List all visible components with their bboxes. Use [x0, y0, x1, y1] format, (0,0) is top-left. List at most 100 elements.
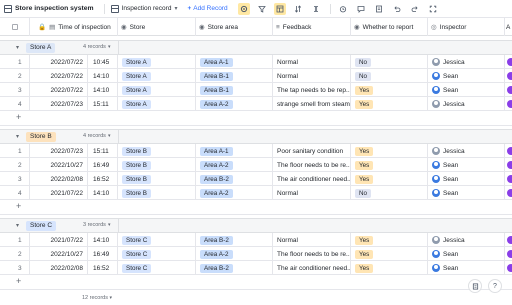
- cell-feedback[interactable]: The air conditioner need...: [273, 261, 351, 275]
- cell-inspector[interactable]: Sean: [428, 261, 505, 275]
- cell-report[interactable]: No: [351, 69, 428, 83]
- cell-time[interactable]: 16:52: [88, 261, 118, 275]
- cell-store[interactable]: Store C: [118, 261, 196, 275]
- comment-icon[interactable]: [355, 3, 367, 15]
- cell-time[interactable]: 16:49: [88, 158, 118, 172]
- cell-num[interactable]: 4: [0, 97, 30, 111]
- cell-area[interactable]: Area B-2: [196, 233, 273, 247]
- row-height-icon[interactable]: [310, 3, 322, 15]
- table-row[interactable]: 2 2022/10/27 16:49 Store B Area A-2 The floor…: [0, 158, 512, 172]
- cell-num[interactable]: 4: [0, 186, 30, 200]
- cell-inspector[interactable]: Sean: [428, 186, 505, 200]
- group-header[interactable]: ▾ Store A 4 records ▾: [0, 40, 512, 56]
- cell-area[interactable]: Area B-1: [196, 69, 273, 83]
- group-icon[interactable]: [273, 2, 286, 15]
- cell-area[interactable]: Area B-1: [196, 83, 273, 97]
- automation-icon[interactable]: [337, 3, 349, 15]
- cell-feedback[interactable]: Normal: [273, 69, 351, 83]
- cell-num[interactable]: 3: [0, 172, 30, 186]
- cell-date[interactable]: 2022/10/27: [30, 247, 88, 261]
- cell-area[interactable]: Area A-2: [196, 158, 273, 172]
- help-button[interactable]: ?: [488, 279, 502, 293]
- cell-area[interactable]: Area A-2: [196, 247, 273, 261]
- cell-time[interactable]: 10:45: [88, 55, 118, 69]
- cell-feedback[interactable]: Poor sanitary condition: [273, 144, 351, 158]
- cell-store[interactable]: Store A: [118, 83, 196, 97]
- cell-time[interactable]: 14:10: [88, 233, 118, 247]
- column-header-report[interactable]: ◉ Whether to report: [351, 18, 428, 36]
- cell-num[interactable]: 1: [0, 144, 30, 158]
- cell-num[interactable]: 2: [0, 69, 30, 83]
- cell-feedback[interactable]: The air conditioner need...: [273, 172, 351, 186]
- cell-feedback[interactable]: strange smell from steam...: [273, 97, 351, 111]
- cell-time[interactable]: 14:10: [88, 69, 118, 83]
- cell-area[interactable]: Area A-1: [196, 144, 273, 158]
- cell-store[interactable]: Store A: [118, 55, 196, 69]
- cell-extra[interactable]: [505, 83, 512, 97]
- cell-extra[interactable]: [505, 233, 512, 247]
- cell-inspector[interactable]: Sean: [428, 83, 505, 97]
- column-header-area[interactable]: ◉ Store area: [196, 18, 273, 36]
- column-header-inspector[interactable]: ◎ Inspector: [428, 18, 505, 36]
- cell-store[interactable]: Store B: [118, 186, 196, 200]
- cell-report[interactable]: Yes: [351, 233, 428, 247]
- cell-num[interactable]: 2: [0, 247, 30, 261]
- cell-time[interactable]: 15:11: [88, 144, 118, 158]
- cell-extra[interactable]: [505, 247, 512, 261]
- column-header-extra[interactable]: A: [505, 18, 512, 36]
- table-row[interactable]: 1 2021/07/22 14:10 Store C Area B-2 Normal Yes…: [0, 233, 512, 247]
- add-row-button[interactable]: +: [0, 111, 118, 125]
- table-row[interactable]: 2 2022/10/27 16:49 Store C Area A-2 The floor…: [0, 247, 512, 261]
- add-row-button[interactable]: +: [0, 200, 118, 214]
- cell-report[interactable]: Yes: [351, 261, 428, 275]
- cell-inspector[interactable]: Jessica: [428, 55, 505, 69]
- select-all-checkbox[interactable]: [11, 24, 18, 30]
- cell-store[interactable]: Store B: [118, 158, 196, 172]
- redo-icon[interactable]: [409, 3, 421, 15]
- cell-store[interactable]: Store A: [118, 69, 196, 83]
- cell-store[interactable]: Store C: [118, 233, 196, 247]
- cell-area[interactable]: Area A-2: [196, 97, 273, 111]
- cell-feedback[interactable]: The tap needs to be rep...: [273, 83, 351, 97]
- cell-date[interactable]: 2022/07/22: [30, 83, 88, 97]
- document-button[interactable]: [468, 279, 482, 293]
- form-icon[interactable]: [373, 3, 385, 15]
- cell-time[interactable]: 14:10: [88, 83, 118, 97]
- cell-num[interactable]: 1: [0, 233, 30, 247]
- group-header[interactable]: ▾ Store B 4 records ▾: [0, 129, 512, 145]
- table-row[interactable]: 1 2022/07/22 10:45 Store A Area A-1 Normal No J…: [0, 55, 512, 69]
- table-row[interactable]: 3 2022/02/08 16:52 Store C Area B-2 The air c…: [0, 261, 512, 275]
- cell-date[interactable]: 2022/07/22: [30, 55, 88, 69]
- cell-extra[interactable]: [505, 55, 512, 69]
- cell-extra[interactable]: [505, 97, 512, 111]
- cell-date[interactable]: 2022/07/23: [30, 97, 88, 111]
- cell-date[interactable]: 2021/07/22: [30, 186, 88, 200]
- cell-store[interactable]: Store B: [118, 144, 196, 158]
- cell-date[interactable]: 2022/10/27: [30, 158, 88, 172]
- group-header[interactable]: ▾ Store C 3 records ▾: [0, 218, 512, 234]
- cell-extra[interactable]: [505, 261, 512, 275]
- cell-report[interactable]: No: [351, 186, 428, 200]
- cell-report[interactable]: Yes: [351, 83, 428, 97]
- chevron-down-icon[interactable]: ▾: [16, 222, 19, 229]
- cell-date[interactable]: 2022/07/22: [30, 69, 88, 83]
- cell-report[interactable]: Yes: [351, 97, 428, 111]
- table-row[interactable]: 4 2021/07/22 14:10 Store B Area A-2 Normal No S…: [0, 186, 512, 200]
- table-row[interactable]: 3 2022/02/08 16:52 Store B Area B-2 The air c…: [0, 172, 512, 186]
- cell-feedback[interactable]: Normal: [273, 186, 351, 200]
- settings-icon[interactable]: [237, 2, 250, 15]
- chevron-down-icon[interactable]: ▾: [16, 133, 19, 140]
- cell-report[interactable]: Yes: [351, 172, 428, 186]
- cell-report[interactable]: No: [351, 55, 428, 69]
- cell-feedback[interactable]: The floor needs to be re...: [273, 247, 351, 261]
- cell-extra[interactable]: [505, 69, 512, 83]
- table-row[interactable]: 4 2022/07/23 15:11 Store A Area A-2 strange s…: [0, 97, 512, 111]
- cell-inspector[interactable]: Jessica: [428, 144, 505, 158]
- cell-area[interactable]: Area B-2: [196, 261, 273, 275]
- cell-report[interactable]: Yes: [351, 158, 428, 172]
- chevron-down-icon[interactable]: ▾: [16, 44, 19, 51]
- cell-extra[interactable]: [505, 186, 512, 200]
- cell-inspector[interactable]: Jessica: [428, 233, 505, 247]
- cell-extra[interactable]: [505, 158, 512, 172]
- cell-date[interactable]: 2022/02/08: [30, 261, 88, 275]
